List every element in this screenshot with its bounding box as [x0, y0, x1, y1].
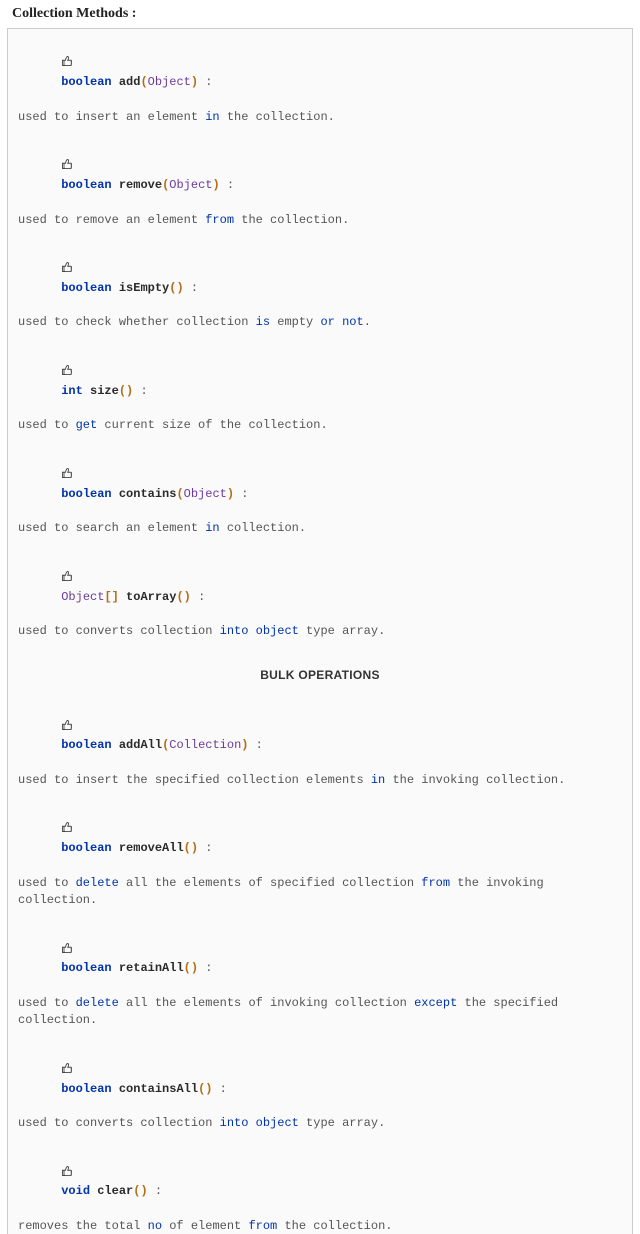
close-paren: ) [176, 281, 183, 295]
close-paren: ) [212, 178, 219, 192]
bulk-methods-list: boolean addAll(Collection) : used to ins… [18, 700, 622, 1234]
open-paren: ( [176, 590, 183, 604]
thumbs-up-icon [61, 467, 73, 485]
method-description: used to converts collection into object … [18, 1115, 622, 1132]
method-description: used to insert an element in the collect… [18, 109, 622, 126]
method-signature: boolean add(Object) : [18, 37, 622, 109]
method-signature: boolean removeAll() : [18, 803, 622, 875]
method-signature: Object[] toArray() : [18, 552, 622, 624]
return-keyword: int [61, 384, 83, 398]
param-type: Object [148, 75, 191, 89]
thumbs-up-icon [61, 821, 73, 839]
page-title: Collection Methods : [0, 0, 640, 28]
method-block: boolean isEmpty() : used to check whethe… [18, 243, 622, 332]
open-paren: ( [162, 738, 169, 752]
close-paren: ) [205, 1082, 212, 1096]
method-description: used to search an element in collection. [18, 520, 622, 537]
method-description: used to delete all the elements of speci… [18, 875, 622, 910]
method-name: remove [119, 178, 162, 192]
return-keyword: boolean [61, 1082, 111, 1096]
return-keyword: boolean [61, 487, 111, 501]
method-description: removes the total no of element from the… [18, 1218, 622, 1234]
method-signature: void clear() : [18, 1147, 622, 1219]
method-name: clear [97, 1184, 133, 1198]
method-name: addAll [119, 738, 162, 752]
open-paren: ( [176, 487, 183, 501]
method-block: boolean add(Object) : used to insert an … [18, 37, 622, 126]
return-keyword: boolean [61, 75, 111, 89]
method-block: boolean addAll(Collection) : used to ins… [18, 700, 622, 789]
param-type: Collection [169, 738, 241, 752]
thumbs-up-icon [61, 1062, 73, 1080]
method-description: used to get current size of the collecti… [18, 417, 622, 434]
close-paren: ) [227, 487, 234, 501]
return-suffix: [] [104, 590, 118, 604]
method-description: used to check whether collection is empt… [18, 314, 622, 331]
thumbs-up-icon [61, 55, 73, 73]
method-block: boolean contains(Object) : used to searc… [18, 449, 622, 538]
close-paren: ) [191, 75, 198, 89]
method-block: boolean remove(Object) : used to remove … [18, 140, 622, 229]
open-paren: ( [133, 1184, 140, 1198]
method-description: used to remove an element from the colle… [18, 212, 622, 229]
close-paren: ) [126, 384, 133, 398]
close-paren: ) [184, 590, 191, 604]
method-name: isEmpty [119, 281, 169, 295]
method-name: size [90, 384, 119, 398]
thumbs-up-icon [61, 719, 73, 737]
thumbs-up-icon [61, 158, 73, 176]
open-paren: ( [198, 1082, 205, 1096]
thumbs-up-icon [61, 942, 73, 960]
methods-list: boolean add(Object) : used to insert an … [18, 37, 622, 641]
method-signature: boolean addAll(Collection) : [18, 700, 622, 772]
open-paren: ( [119, 384, 126, 398]
method-block: void clear() : removes the total no of e… [18, 1147, 622, 1234]
method-name: retainAll [119, 961, 184, 975]
open-paren: ( [184, 961, 191, 975]
method-name: add [119, 75, 141, 89]
method-block: boolean retainAll() : used to delete all… [18, 923, 622, 1029]
close-paren: ) [140, 1184, 147, 1198]
param-type: Object [184, 487, 227, 501]
return-keyword: boolean [61, 841, 111, 855]
method-name: contains [119, 487, 177, 501]
method-signature: int size() : [18, 346, 622, 418]
close-paren: ) [191, 841, 198, 855]
close-paren: ) [241, 738, 248, 752]
method-description: used to insert the specified collection … [18, 772, 622, 789]
method-signature: boolean isEmpty() : [18, 243, 622, 315]
method-block: Object[] toArray() : used to converts co… [18, 552, 622, 641]
return-keyword: void [61, 1184, 90, 1198]
method-name: toArray [126, 590, 176, 604]
method-description: used to converts collection into object … [18, 623, 622, 640]
open-paren: ( [184, 841, 191, 855]
thumbs-up-icon [61, 364, 73, 382]
open-paren: ( [140, 75, 147, 89]
return-type: Object [61, 590, 104, 604]
return-keyword: boolean [61, 738, 111, 752]
method-block: boolean removeAll() : used to delete all… [18, 803, 622, 909]
method-signature: boolean remove(Object) : [18, 140, 622, 212]
return-keyword: boolean [61, 281, 111, 295]
bulk-section-label: BULK OPERATIONS [18, 655, 622, 700]
method-name: containsAll [119, 1082, 198, 1096]
thumbs-up-icon [61, 261, 73, 279]
method-block: int size() : used to get current size of… [18, 346, 622, 435]
method-signature: boolean containsAll() : [18, 1044, 622, 1116]
method-block: boolean containsAll() : used to converts… [18, 1044, 622, 1133]
param-type: Object [169, 178, 212, 192]
thumbs-up-icon [61, 1165, 73, 1183]
method-signature: boolean retainAll() : [18, 923, 622, 995]
thumbs-up-icon [61, 570, 73, 588]
method-name: removeAll [119, 841, 184, 855]
close-paren: ) [191, 961, 198, 975]
return-keyword: boolean [61, 961, 111, 975]
code-box: boolean add(Object) : used to insert an … [7, 28, 633, 1234]
method-signature: boolean contains(Object) : [18, 449, 622, 521]
method-description: used to delete all the elements of invok… [18, 995, 622, 1030]
return-keyword: boolean [61, 178, 111, 192]
